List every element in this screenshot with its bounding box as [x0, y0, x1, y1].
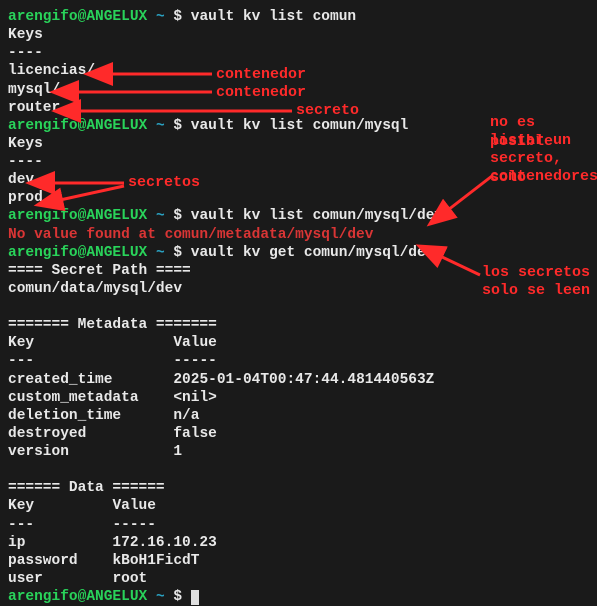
host: ANGELUX [86, 9, 147, 25]
data-row-ip: ip 172.16.10.23 [8, 534, 589, 552]
meta-row-created: created_time 2025-01-04T00:47:44.4814405… [8, 371, 589, 389]
out2-item-prod: prod [8, 189, 589, 207]
meta-col-hdr: Key Value [8, 334, 589, 352]
cursor-icon [191, 590, 199, 605]
meta-row-deletion: deletion_time n/a [8, 407, 589, 425]
metadata-hdr: ======= Metadata ======= [8, 316, 589, 334]
data-row-password: password kBoH1FicdT [8, 552, 589, 570]
command-4: vault kv get comun/mysql/dev [191, 245, 435, 261]
prompt-line-3: arengifo@ANGELUX ~ $ vault kv list comun… [8, 207, 589, 225]
annot-soloread-2: solo se leen [482, 282, 590, 301]
prompt-line-1: arengifo@ANGELUX ~ $ vault kv list comun [8, 8, 589, 26]
annot-contenedor-1: contenedor [216, 66, 306, 85]
meta-row-custom: custom_metadata <nil> [8, 389, 589, 407]
annot-nolist-2: listar un [490, 132, 571, 151]
out1-sep: ---- [8, 44, 589, 62]
command-3: vault kv list comun/mysql/dev [191, 208, 443, 224]
user: arengifo [8, 9, 78, 25]
annot-secretos: secretos [128, 174, 200, 193]
data-col-sep: --- ----- [8, 516, 589, 534]
data-row-user: user root [8, 570, 589, 588]
prompt-line-4: arengifo@ANGELUX ~ $ vault kv get comun/… [8, 244, 589, 262]
prompt-symbol: $ [173, 9, 182, 25]
annot-nolist-4: contenedores [490, 168, 597, 187]
prompt-line-5[interactable]: arengifo@ANGELUX ~ $ [8, 588, 589, 606]
annot-contenedor-2: contenedor [216, 84, 306, 103]
meta-row-destroyed: destroyed false [8, 425, 589, 443]
out1-header: Keys [8, 26, 589, 44]
meta-row-version: version 1 [8, 443, 589, 461]
annot-soloread-1: los secretos [482, 264, 590, 283]
data-col-hdr: Key Value [8, 497, 589, 515]
command-1: vault kv list comun [191, 9, 356, 25]
meta-col-sep: --- ----- [8, 352, 589, 370]
path: ~ [156, 9, 165, 25]
blank-2 [8, 461, 589, 479]
data-hdr: ====== Data ====== [8, 479, 589, 497]
error-3: No value found at comun/metadata/mysql/d… [8, 226, 589, 244]
annot-secreto: secreto [296, 102, 359, 121]
